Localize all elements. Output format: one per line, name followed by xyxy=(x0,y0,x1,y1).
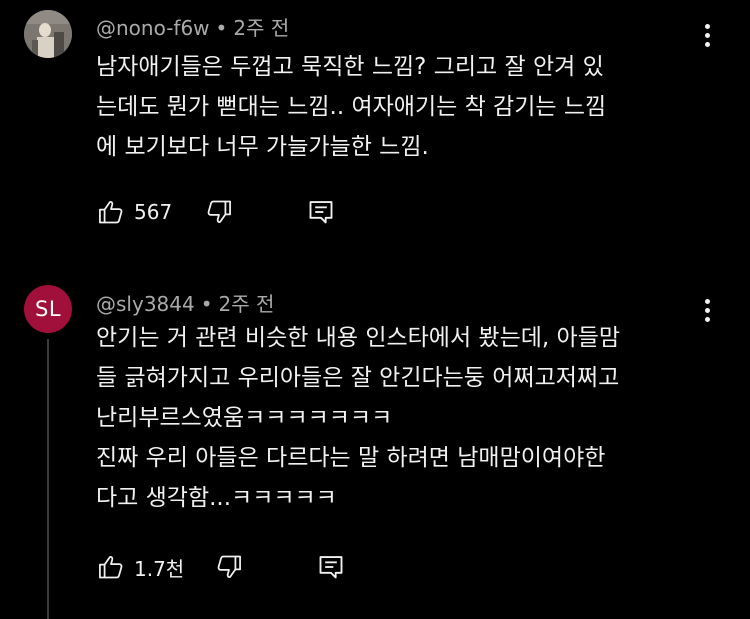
like-count: 567 xyxy=(134,200,173,224)
reply-icon xyxy=(309,201,333,224)
reply-button[interactable] xyxy=(316,552,346,582)
avatar[interactable] xyxy=(24,10,72,58)
comment-meta: @sly3844 • 2주 전 xyxy=(96,288,274,317)
meta-separator: • xyxy=(200,292,213,316)
meta-separator: • xyxy=(215,16,228,40)
like-count: 1.7천 xyxy=(134,556,185,581)
timestamp[interactable]: 2주 전 xyxy=(219,292,275,316)
more-vert-icon[interactable] xyxy=(704,299,710,322)
comment-text: 안기는 거 관련 비슷한 내용 인스타에서 봤는데, 아들맘 들 긁혀가지고 우… xyxy=(96,318,696,518)
thumbs-down-icon xyxy=(217,555,242,578)
timestamp[interactable]: 2주 전 xyxy=(233,16,289,40)
author-name[interactable]: @sly3844 xyxy=(96,292,195,316)
comment: @nono-f6w • 2주 전 남자애기들은 두껍고 묵직한 느낌? 그리고 잘 … xyxy=(0,0,750,250)
comment-actions: 567 xyxy=(96,196,336,228)
comment: SL @sly3844 • 2주 전 안기는 거 관련 비슷한 내용 인스타에서 봤… xyxy=(0,285,750,619)
dislike-button[interactable] xyxy=(204,197,234,227)
dislike-button[interactable] xyxy=(214,552,244,582)
comment-line: 들 긁혀가지고 우리아들은 잘 안긴다는둥 어쩌고저쩌고 xyxy=(96,365,620,391)
reply-icon xyxy=(319,556,343,579)
comment-line: 는데도 뭔가 뻗대는 느낌.. 여자애기는 착 감기는 느낌 xyxy=(96,94,607,120)
comment-line: 안기는 거 관련 비슷한 내용 인스타에서 봤는데, 아들맘 xyxy=(96,325,621,351)
thumbs-up-icon xyxy=(99,201,123,224)
avatar-photo-icon xyxy=(24,10,72,58)
comment-line: 다고 생각함...ㅋㅋㅋㅋㅋ xyxy=(96,485,337,511)
reply-button[interactable] xyxy=(306,197,336,227)
avatar[interactable]: SL xyxy=(24,285,72,333)
thread-line xyxy=(47,339,49,619)
comment-actions: 1.7천 xyxy=(96,551,346,583)
like-button[interactable] xyxy=(96,197,126,227)
comment-meta: @nono-f6w • 2주 전 xyxy=(96,12,289,41)
comment-line: 남자애기들은 두껍고 묵직한 느낌? 그리고 잘 안겨 있 xyxy=(96,54,604,80)
comment-line: 난리부르스였움ㅋㅋㅋㅋㅋㅋㅋ xyxy=(96,405,393,431)
comment-line: 에 보기보다 너무 가늘가늘한 느낌. xyxy=(96,134,429,160)
comment-line: 진짜 우리 아들은 다르다는 말 하려면 남매맘이여야한 xyxy=(96,445,606,471)
more-vert-icon[interactable] xyxy=(704,24,710,47)
avatar-initials: SL xyxy=(34,297,62,321)
author-name[interactable]: @nono-f6w xyxy=(96,16,210,40)
thumbs-up-icon xyxy=(99,556,123,579)
thumbs-down-icon xyxy=(207,200,232,223)
like-button[interactable] xyxy=(96,552,126,582)
comment-text: 남자애기들은 두껍고 묵직한 느낌? 그리고 잘 안겨 있 는데도 뭔가 뻗대는… xyxy=(96,47,696,167)
